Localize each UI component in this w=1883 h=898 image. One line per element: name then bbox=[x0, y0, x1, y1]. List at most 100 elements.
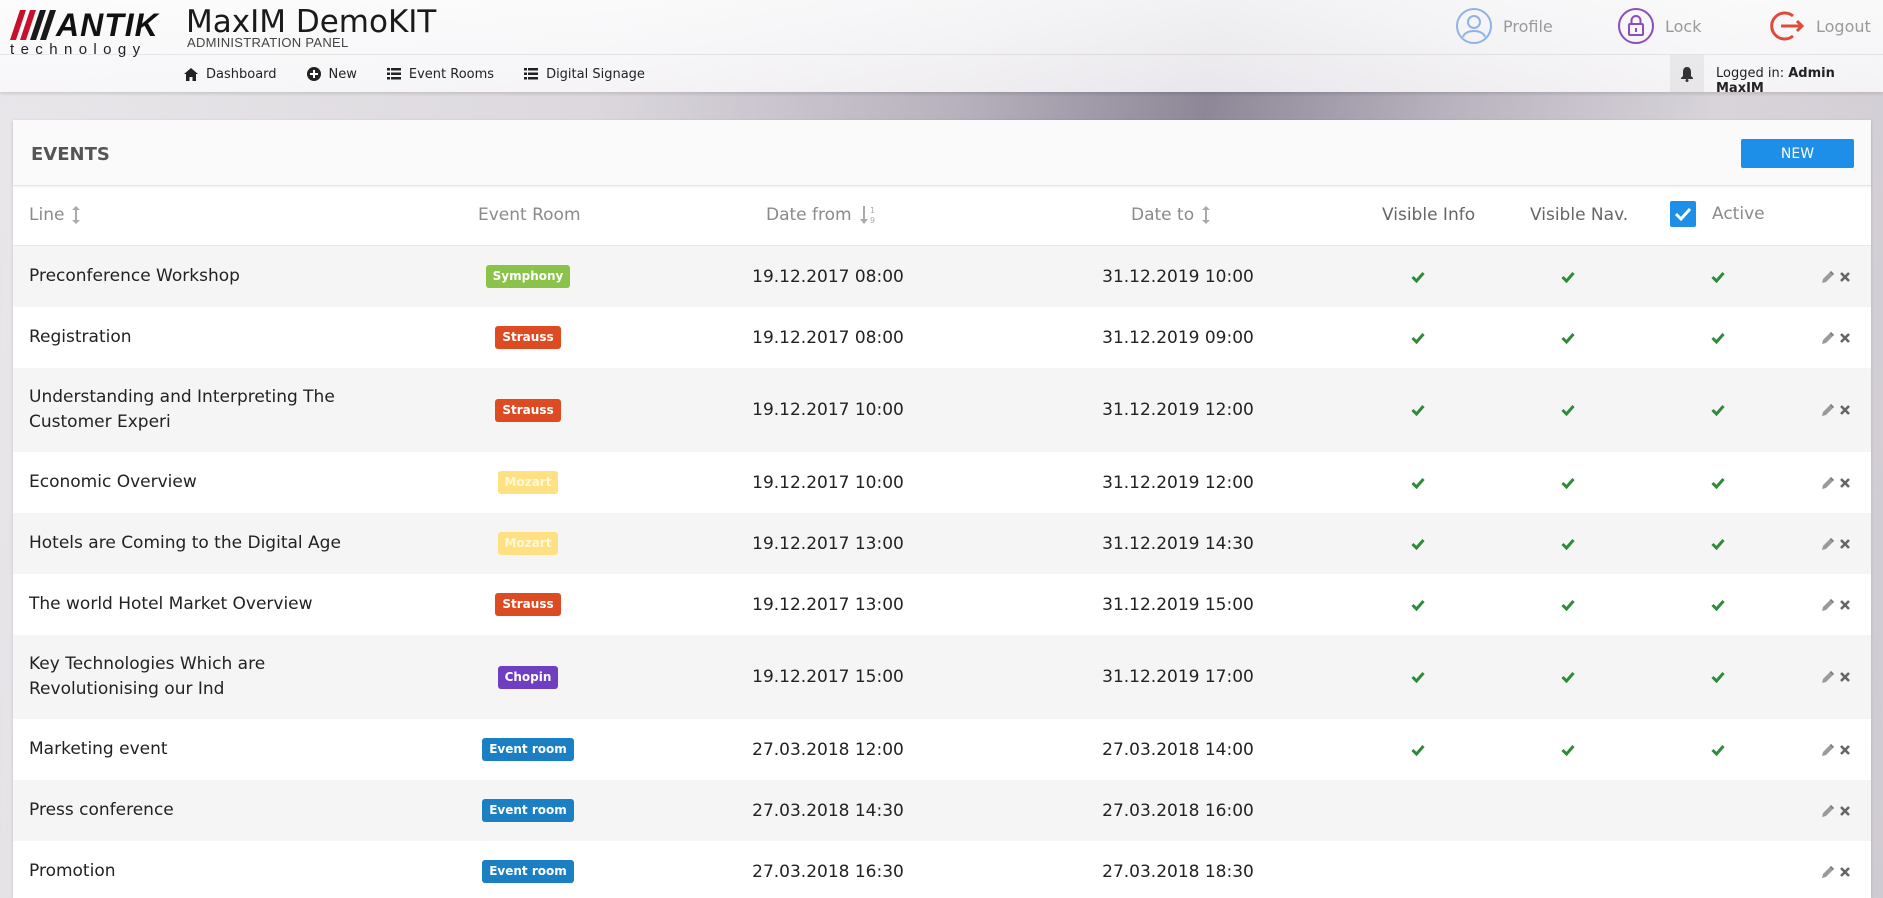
edit-pencil-icon[interactable] bbox=[1821, 270, 1835, 284]
lock-button[interactable]: Lock bbox=[1617, 6, 1701, 46]
table-row[interactable]: Understanding and Interpreting The Custo… bbox=[13, 368, 1871, 452]
event-line: Preconference Workshop bbox=[29, 266, 240, 286]
date-from: 19.12.2017 08:00 bbox=[752, 266, 904, 287]
check-icon bbox=[1711, 405, 1725, 416]
check-icon bbox=[1561, 405, 1575, 416]
col-visible-nav: Visible Nav. bbox=[1530, 205, 1628, 225]
date-from: 19.12.2017 10:00 bbox=[752, 472, 904, 493]
visible-nav-cell bbox=[1543, 246, 1593, 307]
table-row[interactable]: Promotion Event room 27.03.2018 16:30 27.03… bbox=[13, 841, 1871, 898]
notifications-button[interactable] bbox=[1670, 55, 1704, 92]
nav-new[interactable]: New bbox=[306, 67, 357, 82]
check-icon bbox=[1561, 744, 1575, 756]
date-from: 19.12.2017 13:00 bbox=[752, 594, 904, 615]
event-line: Economic Overview bbox=[29, 472, 197, 492]
date-to: 31.12.2019 14:30 bbox=[1102, 533, 1254, 554]
date-from: 27.03.2018 16:30 bbox=[752, 861, 904, 882]
date-from: 19.12.2017 08:00 bbox=[752, 327, 904, 348]
check-icon bbox=[1561, 599, 1575, 611]
active-cell bbox=[1693, 513, 1743, 574]
event-room-cell: Chopin bbox=[433, 635, 623, 719]
plus-circle-icon bbox=[306, 67, 321, 81]
table-row[interactable]: Preconference Workshop Symphony 19.12.2017… bbox=[13, 246, 1871, 307]
sort-icon bbox=[1202, 206, 1211, 224]
delete-icon[interactable] bbox=[1839, 332, 1851, 344]
date-to: 31.12.2019 12:00 bbox=[1102, 400, 1254, 420]
table-row[interactable]: Economic Overview Mozart 19.12.2017 10:00 3… bbox=[13, 452, 1871, 513]
event-room-cell: Mozart bbox=[433, 513, 623, 574]
delete-icon[interactable] bbox=[1839, 671, 1851, 683]
table-row[interactable]: Registration Strauss 19.12.2017 08:00 31.12… bbox=[13, 307, 1871, 368]
app-subtitle: ADMINISTRATION PANEL bbox=[187, 35, 349, 50]
event-room-cell: Event room bbox=[433, 719, 623, 780]
delete-icon[interactable] bbox=[1839, 866, 1851, 878]
col-date-from[interactable]: Date from 1 9 bbox=[766, 205, 878, 225]
col-date-to-label: Date to bbox=[1131, 205, 1195, 225]
delete-icon[interactable] bbox=[1839, 404, 1851, 416]
active-cell bbox=[1693, 841, 1743, 898]
event-line: Marketing event bbox=[29, 739, 168, 759]
edit-pencil-icon[interactable] bbox=[1821, 331, 1835, 345]
edit-pencil-icon[interactable] bbox=[1821, 403, 1835, 417]
delete-icon[interactable] bbox=[1839, 805, 1851, 817]
delete-icon[interactable] bbox=[1839, 538, 1851, 550]
bell-icon bbox=[1681, 66, 1693, 82]
visible-nav-cell bbox=[1543, 780, 1593, 841]
edit-pencil-icon[interactable] bbox=[1821, 804, 1835, 818]
event-room-cell: Symphony bbox=[433, 246, 623, 307]
sort-numeric-asc-icon: 1 9 bbox=[859, 206, 875, 225]
visible-info-cell bbox=[1393, 452, 1443, 513]
event-line: Hotels are Coming to the Digital Age bbox=[29, 533, 341, 553]
new-event-button[interactable]: NEW bbox=[1741, 139, 1854, 168]
sort-icon bbox=[72, 206, 81, 224]
antik-logo[interactable]: ANTIK technology bbox=[8, 7, 178, 58]
visible-nav-cell bbox=[1543, 841, 1593, 898]
visible-nav-cell bbox=[1543, 513, 1593, 574]
svg-text:9: 9 bbox=[870, 216, 875, 225]
check-icon bbox=[1711, 271, 1725, 283]
nav-dashboard[interactable]: Dashboard bbox=[184, 67, 277, 82]
active-cell bbox=[1693, 719, 1743, 780]
col-date-to[interactable]: Date to bbox=[1131, 205, 1211, 225]
nav-event-rooms[interactable]: Event Rooms bbox=[386, 67, 494, 82]
delete-icon[interactable] bbox=[1839, 599, 1851, 611]
room-badge: Chopin bbox=[497, 665, 559, 689]
active-cell bbox=[1693, 452, 1743, 513]
edit-pencil-icon[interactable] bbox=[1821, 476, 1835, 490]
edit-pencil-icon[interactable] bbox=[1821, 598, 1835, 612]
visible-nav-cell bbox=[1543, 452, 1593, 513]
col-date-from-label: Date from bbox=[766, 205, 852, 225]
table-row[interactable]: Marketing event Event room 27.03.2018 12:0… bbox=[13, 719, 1871, 780]
edit-pencil-icon[interactable] bbox=[1821, 865, 1835, 879]
visible-info-cell bbox=[1393, 574, 1443, 635]
event-room-cell: Strauss bbox=[433, 307, 623, 368]
edit-pencil-icon[interactable] bbox=[1821, 537, 1835, 551]
visible-nav-cell bbox=[1543, 635, 1593, 719]
delete-icon[interactable] bbox=[1839, 271, 1851, 283]
col-visible-nav-label: Visible Nav. bbox=[1530, 205, 1629, 225]
table-row[interactable]: The world Hotel Market Overview Strauss 19… bbox=[13, 574, 1871, 635]
check-icon bbox=[1561, 332, 1575, 344]
table-row[interactable]: Hotels are Coming to the Digital Age Moza… bbox=[13, 513, 1871, 574]
delete-icon[interactable] bbox=[1839, 477, 1851, 489]
col-event-room-label: Event Room bbox=[478, 205, 581, 225]
profile-button[interactable]: Profile bbox=[1455, 6, 1553, 46]
visible-nav-cell bbox=[1543, 719, 1593, 780]
logo-word: ANTIK bbox=[56, 7, 159, 43]
table-row[interactable]: Press conference Event room 27.03.2018 14:… bbox=[13, 780, 1871, 841]
edit-pencil-icon[interactable] bbox=[1821, 670, 1835, 684]
edit-pencil-icon[interactable] bbox=[1821, 743, 1835, 757]
row-actions bbox=[1821, 368, 1865, 452]
logout-button[interactable]: Logout bbox=[1766, 6, 1871, 46]
table-row[interactable]: Key Technologies Which are Revolutionisi… bbox=[13, 635, 1871, 719]
check-icon bbox=[1411, 332, 1425, 344]
date-from: 27.03.2018 12:00 bbox=[752, 739, 904, 760]
row-actions bbox=[1821, 513, 1865, 574]
profile-label: Profile bbox=[1503, 16, 1553, 36]
active-filter-checkbox[interactable] bbox=[1670, 201, 1696, 227]
check-icon bbox=[1711, 599, 1725, 611]
col-line[interactable]: Line bbox=[29, 205, 81, 225]
delete-icon[interactable] bbox=[1839, 744, 1851, 756]
check-icon bbox=[1561, 477, 1575, 489]
nav-digital-signage[interactable]: Digital Signage bbox=[524, 67, 645, 82]
